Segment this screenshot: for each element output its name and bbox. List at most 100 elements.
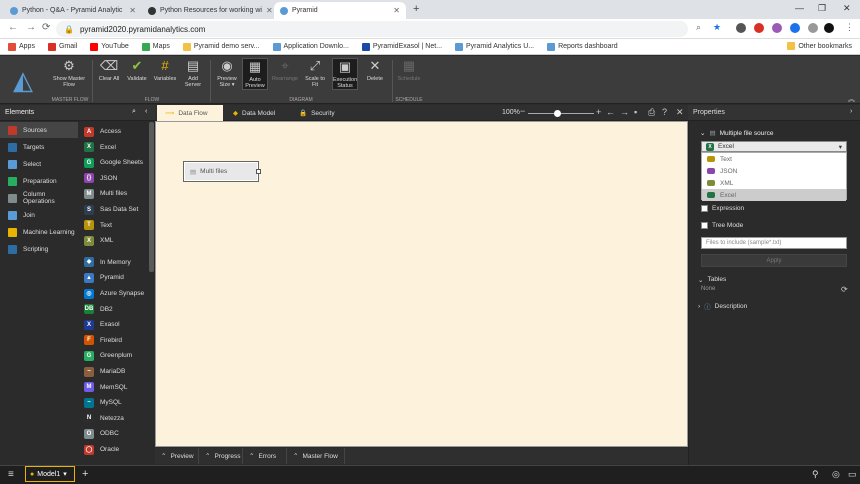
schedule-button[interactable]: ▦ Schedule: [396, 58, 422, 82]
section-multiple-file-source[interactable]: ⌄ ▤ Multiple file source: [700, 129, 773, 138]
zoom-in-icon[interactable]: +: [596, 107, 601, 117]
notification-icon[interactable]: ◎: [832, 469, 840, 480]
tree-mode-checkbox[interactable]: [701, 222, 708, 229]
source-oracle[interactable]: ◯ Oracle: [84, 442, 148, 457]
forward-icon[interactable]: →: [26, 22, 36, 33]
other-bookmarks[interactable]: Other bookmarks: [787, 42, 852, 50]
star-icon[interactable]: ★: [713, 22, 721, 33]
collapse-icon[interactable]: ›: [850, 108, 852, 115]
redo-icon[interactable]: →: [620, 107, 629, 117]
extension-icon[interactable]: [808, 23, 818, 33]
browser-tab-active[interactable]: Pyramid ✕: [274, 2, 406, 19]
zoom-out-icon[interactable]: −: [520, 106, 525, 116]
add-model-button[interactable]: +: [82, 468, 88, 480]
bookmark[interactable]: Reports dashboard: [547, 42, 618, 51]
close-icon[interactable]: ✕: [129, 6, 136, 15]
source-exasol[interactable]: X Exasol: [84, 317, 148, 332]
chat-icon[interactable]: ▭: [848, 469, 857, 480]
source-mariadb[interactable]: ~ MariaDB: [84, 364, 148, 379]
bookmark[interactable]: Apps: [8, 42, 35, 51]
file-type-select[interactable]: X Excel ▾: [701, 141, 847, 152]
zoom-slider[interactable]: [528, 113, 594, 114]
browser-tab[interactable]: Python - Q&A - Pyramid Analytic ✕: [4, 2, 142, 19]
tab-preview[interactable]: ⌃ Preview: [155, 448, 199, 464]
node-connector-handle[interactable]: [256, 169, 261, 174]
source-access[interactable]: A Access: [84, 124, 148, 139]
tables-section[interactable]: ⌄ Tables: [698, 276, 726, 284]
validate-button[interactable]: ✔ Validate: [124, 58, 150, 82]
avatar[interactable]: [824, 23, 834, 33]
zoom-slider-knob[interactable]: [554, 110, 561, 117]
files-to-include-input[interactable]: Files to include (sample*.txt): [701, 237, 847, 249]
tab-progress[interactable]: ⌃ Progress: [199, 448, 243, 464]
category-column-operations[interactable]: Column Operations: [0, 190, 78, 206]
bookmark[interactable]: YouTube: [90, 42, 129, 51]
tab-data-flow[interactable]: ⟿ Data Flow: [157, 105, 223, 121]
bookmark[interactable]: Gmail: [47, 42, 77, 51]
back-icon[interactable]: ←: [8, 22, 18, 33]
bookmark[interactable]: PyramidExasol | Net...: [361, 42, 442, 51]
execution-status-button[interactable]: ▣ Execution Status: [332, 58, 358, 90]
extension-icon[interactable]: [736, 23, 746, 33]
category-preparation[interactable]: Preparation: [0, 173, 78, 189]
close-icon[interactable]: ✕: [676, 107, 684, 118]
bookmark[interactable]: Pyramid demo serv...: [182, 42, 260, 51]
reload-icon[interactable]: ⟳: [42, 22, 50, 33]
rearrange-button[interactable]: ⌖ Rearrange: [272, 58, 298, 82]
extension-icon[interactable]: [754, 23, 764, 33]
tab-master-flow[interactable]: ⌃ Master Flow: [287, 448, 345, 464]
source-sas-data-set[interactable]: S Sas Data Set: [84, 202, 148, 217]
tab-security[interactable]: 🔒 Security: [291, 105, 357, 121]
category-machine-learning[interactable]: Machine Learning: [0, 224, 78, 240]
close-icon[interactable]: ✕: [266, 6, 272, 15]
variables-button[interactable]: # Variables: [152, 58, 178, 82]
bookmark[interactable]: Application Downlo...: [272, 42, 349, 51]
bookmark[interactable]: Pyramid Analytics U...: [455, 42, 534, 51]
category-select[interactable]: Select: [0, 156, 78, 172]
search-icon[interactable]: ⌕: [696, 22, 701, 33]
model-tab[interactable]: ● Model1 ▾: [25, 466, 75, 482]
source-pyramid[interactable]: ▲ Pyramid: [84, 270, 148, 285]
save-icon[interactable]: ▪: [634, 107, 637, 117]
source-odbc[interactable]: O ODBC: [84, 426, 148, 441]
print-icon[interactable]: ⎙: [648, 107, 655, 118]
bookmark[interactable]: Maps: [141, 42, 170, 51]
source-json[interactable]: {} JSON: [84, 171, 148, 186]
pin-icon[interactable]: ⚲: [812, 469, 819, 480]
category-sources[interactable]: Sources: [0, 122, 78, 138]
option-xml[interactable]: XML: [702, 177, 846, 189]
refresh-icon[interactable]: ⟳: [841, 285, 848, 294]
preview-size-button[interactable]: ◉ Preview Size ▾: [214, 58, 240, 88]
source-excel[interactable]: X Excel: [84, 140, 148, 155]
source-in-memory[interactable]: ◆ In Memory: [84, 255, 148, 270]
category-join[interactable]: Join: [0, 207, 78, 223]
extension-icon[interactable]: [772, 23, 782, 33]
new-tab-button[interactable]: +: [413, 3, 419, 15]
source-multi-files[interactable]: M Multi files: [84, 186, 148, 201]
close-icon[interactable]: ✕: [393, 6, 400, 15]
expression-checkbox[interactable]: [701, 205, 708, 212]
option-text[interactable]: Text: [702, 153, 846, 165]
extension-icon[interactable]: [790, 23, 800, 33]
auto-preview-button[interactable]: ▦ Auto Preview: [242, 58, 268, 90]
clear-all-button[interactable]: ⌫ Clear All: [96, 58, 122, 82]
maximize-button[interactable]: ❐: [818, 3, 826, 14]
minimize-button[interactable]: —: [795, 3, 804, 13]
option-excel[interactable]: Excel: [702, 189, 846, 201]
source-firebird[interactable]: F Firebird: [84, 333, 148, 348]
flow-node-multi-files[interactable]: ▤ Multi files: [183, 161, 259, 182]
source-greenplum[interactable]: G Greenplum: [84, 348, 148, 363]
tab-errors[interactable]: ⌃ Errors: [243, 448, 287, 464]
source-google-sheets[interactable]: G Google Sheets: [84, 155, 148, 170]
url-field[interactable]: 🔒 pyramid2020.pyramidanalytics.com: [56, 21, 688, 37]
option-json[interactable]: JSON: [702, 165, 846, 177]
source-azure-synapse[interactable]: ◎ Azure Synapse: [84, 286, 148, 301]
undo-icon[interactable]: ←: [606, 107, 615, 117]
collapse-ribbon-icon[interactable]: ︽: [848, 94, 855, 104]
scrollbar[interactable]: [149, 122, 154, 272]
hamburger-menu-icon[interactable]: ≡: [8, 469, 14, 480]
search-icon[interactable]: ⌕: [132, 108, 136, 116]
source-xml[interactable]: X XML: [84, 233, 148, 248]
source-db2[interactable]: DB DB2: [84, 302, 148, 317]
description-section[interactable]: › ⓘ Description: [698, 301, 747, 312]
